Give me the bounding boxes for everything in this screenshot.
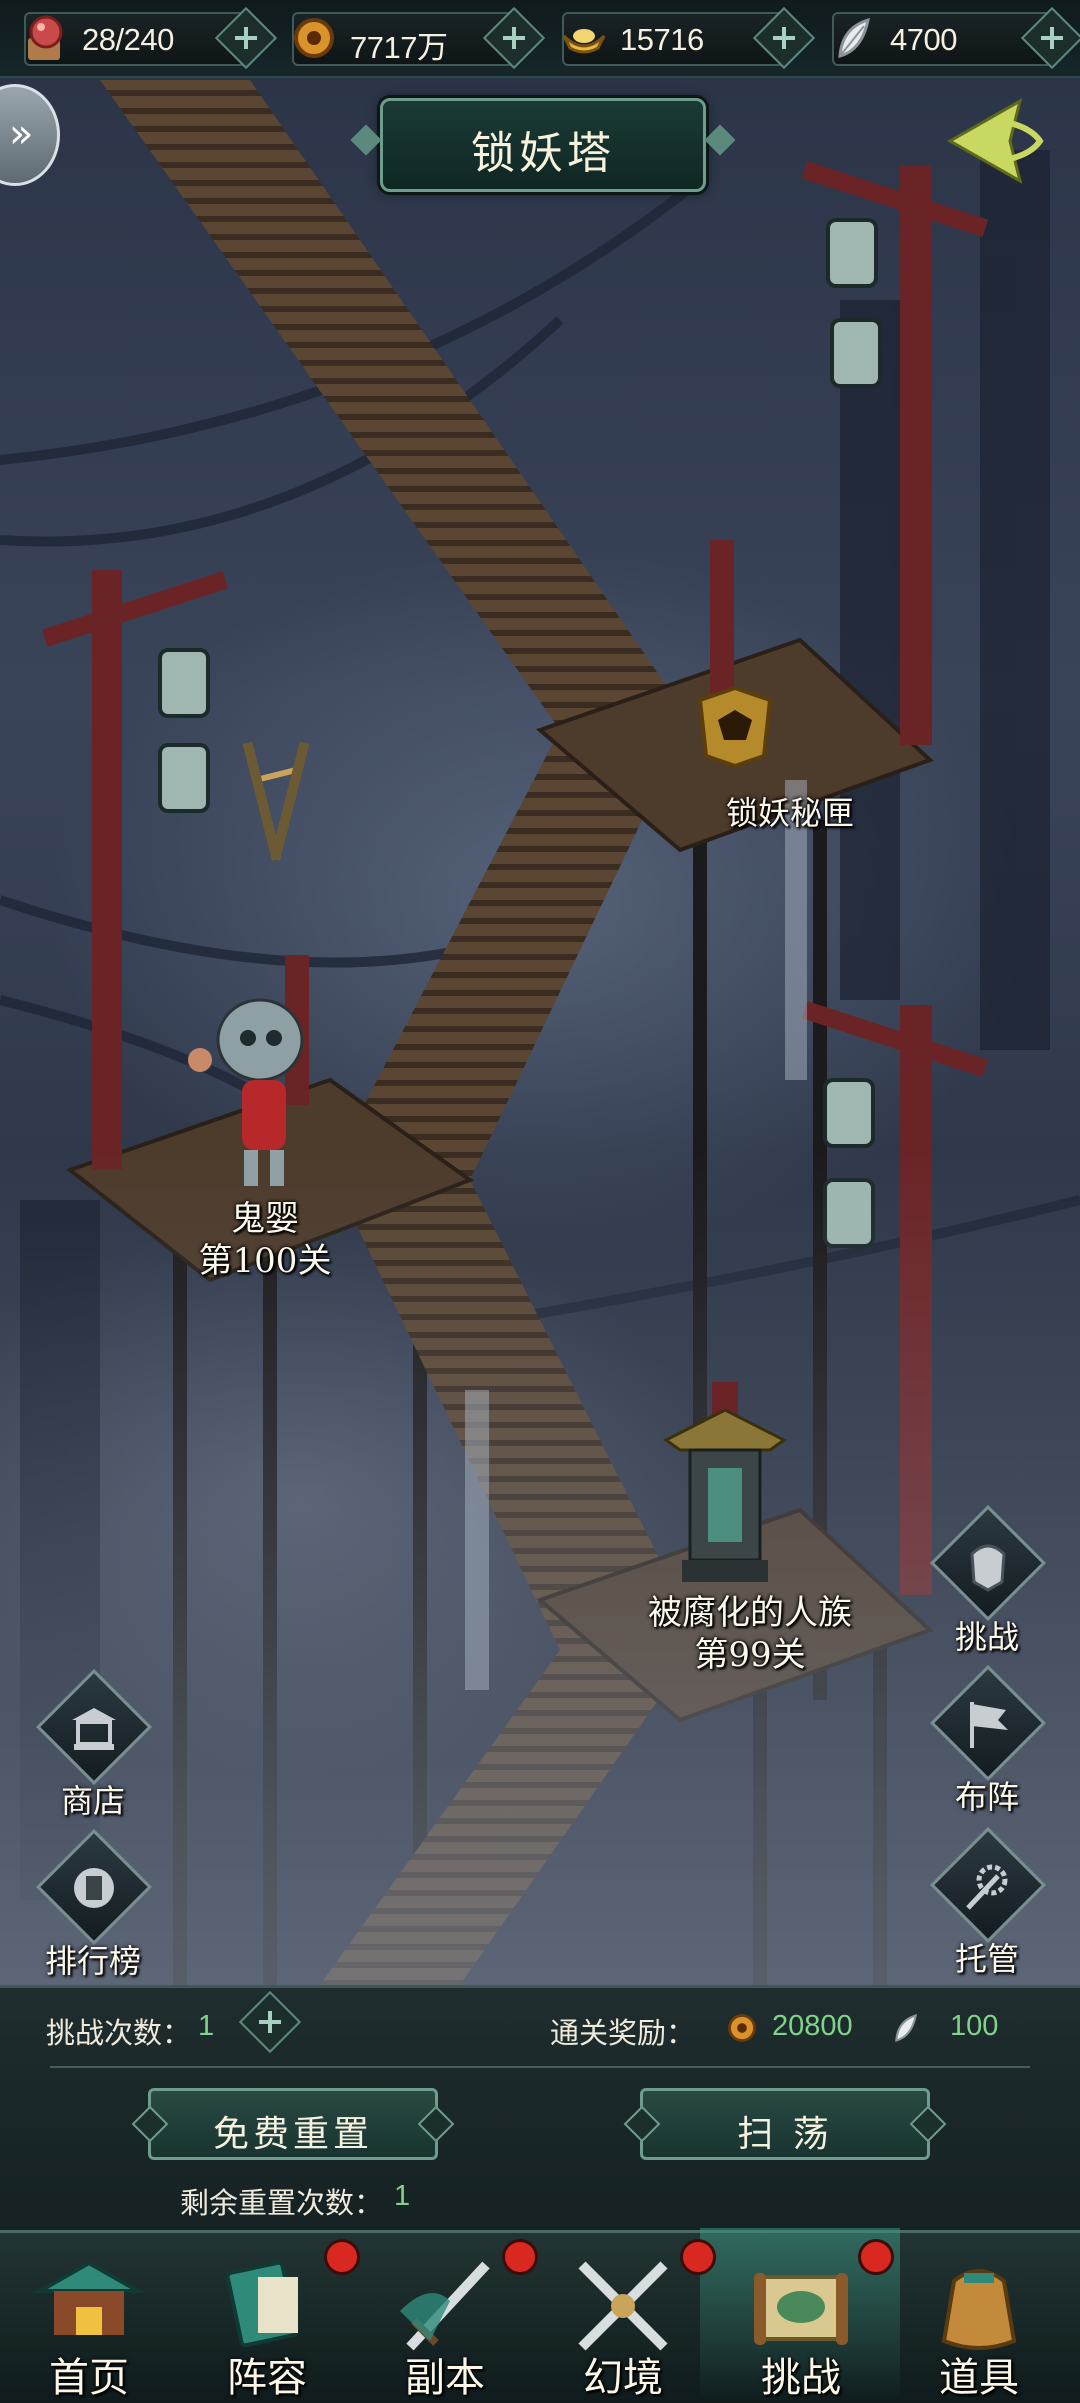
ranking-plaque-icon [74,1868,114,1908]
auto-side-label: 托管 [954,1940,1019,1978]
jade-feather-icon [838,17,870,59]
nav-illusion[interactable]: 幻境 [534,2233,716,2403]
remaining-reset-value: 1 [394,2180,411,2212]
gear-sword-icon [966,1864,1008,1910]
crossed-swords-icon [242,741,310,861]
stamina-orb-icon [28,15,63,60]
stage-100-label: 鬼婴 第100关 [150,1198,380,1282]
nav-challenge-label: 挑战 [761,2355,841,2401]
reward-feather-value: 100 [950,2010,999,2042]
copper-resource: 7717万 [292,6,546,70]
stage-100-name: 鬼婴 [231,1199,299,1239]
feather-value: 4700 [890,22,957,57]
free-reset-button[interactable]: 免费重置 [148,2088,438,2160]
ghost-baby-sprite [188,998,304,1186]
stage-100-level: 第100关 [198,1241,332,1281]
add-stamina-button[interactable] [214,6,278,70]
tower-scene [0,0,1080,1985]
nav-lineup[interactable]: 阵容 [178,2233,360,2403]
page-title: 锁妖塔 [471,128,615,179]
stamina-value: 28/240 [82,22,174,57]
challenge-count-label: 挑战次数： [46,2016,192,2050]
formation-side-button[interactable]: 布阵 [922,1665,1052,1822]
title-banner: 锁妖塔 [380,98,706,192]
nav-illusion-label: 幻境 [583,2355,663,2401]
nav-dungeon[interactable]: 副本 [356,2233,538,2403]
nav-home-label: 首页 [49,2355,129,2401]
free-reset-label: 免费重置 [212,2114,373,2155]
remaining-reset-label: 剩余重置次数： [180,2186,384,2220]
tower-rules-emblem-icon[interactable] [940,96,1060,186]
shield-helmet-icon [970,1544,1006,1592]
feather-resource: 4700 [832,6,1080,70]
gold-value: 15716 [620,22,704,57]
nav-challenge-badge [858,2239,894,2275]
gold-resource: 15716 [562,6,816,70]
copper-coin-icon [728,2014,756,2042]
nav-challenge[interactable]: 挑战 [712,2233,894,2403]
chest-label: 锁妖秘匣 [725,794,854,832]
stamina-resource: 28/240 [24,6,278,70]
stage-99-level: 第99关 [694,1635,806,1675]
shop-side-button[interactable]: 商店 [28,1669,158,1826]
ranking-side-button[interactable]: 排行榜 [28,1829,158,1986]
chest-icon [697,685,773,769]
bottom-nav: 首页 阵容 副本 幻境 挑战 道具 [0,2228,1080,2403]
flag-icon [970,1702,1008,1748]
back-arrow-icon: » [9,111,34,157]
jade-feather-icon [895,2014,918,2042]
sweep-button[interactable]: 扫 荡 [640,2088,930,2160]
tower-stairs-illustration [0,80,1080,1985]
shop-stall-icon [72,1708,116,1750]
add-challenge-button[interactable] [238,1990,302,2054]
nav-dungeon-label: 副本 [405,2355,485,2401]
copper-value: 7717万 [350,30,448,65]
stage-99-label: 被腐化的人族 第99关 [590,1592,910,1676]
resource-bar: 28/240 7717万 15716 4700 [0,0,1080,78]
copper-coin-icon [294,18,334,58]
add-feather-button[interactable] [1020,6,1080,70]
auto-side-button[interactable]: 托管 [922,1827,1052,1984]
tower-control-panel: 挑战次数： 1 通关奖励： 20800 100 免费重置 扫 荡 剩余重置次数：… [0,1985,1080,2233]
stage-99-name: 被腐化的人族 [648,1593,852,1633]
ranking-side-label: 排行榜 [44,1942,141,1980]
challenge-side-button[interactable]: 挑战 [922,1505,1052,1662]
ghost-baby-character[interactable] [180,990,320,1190]
panel-divider [50,2066,1030,2068]
sweep-label: 扫 荡 [737,2114,833,2155]
add-copper-button[interactable] [482,6,546,70]
shrine-lantern-icon [663,1382,787,1582]
nav-lineup-badge [324,2239,360,2275]
reward-coin-value: 20800 [772,2010,853,2042]
formation-side-label: 布阵 [954,1778,1019,1816]
challenge-count-value: 1 [198,2010,215,2042]
add-gold-button[interactable] [752,6,816,70]
nav-lineup-label: 阵容 [227,2355,307,2401]
shop-side-label: 商店 [60,1782,125,1820]
stage-99-node[interactable] [660,1380,790,1600]
nav-illusion-badge [680,2239,716,2275]
challenge-side-label: 挑战 [954,1618,1019,1656]
nav-items-label: 道具 [939,2355,1019,2401]
gold-ingot-icon [562,29,606,54]
nav-dungeon-badge [502,2239,538,2275]
demon-lock-chest[interactable] [690,680,780,770]
nav-home[interactable]: 首页 [0,2233,178,2403]
clear-reward-label: 通关奖励： [550,2016,696,2050]
nav-items[interactable]: 道具 [890,2233,1068,2403]
stage-100-node[interactable] [226,540,326,920]
